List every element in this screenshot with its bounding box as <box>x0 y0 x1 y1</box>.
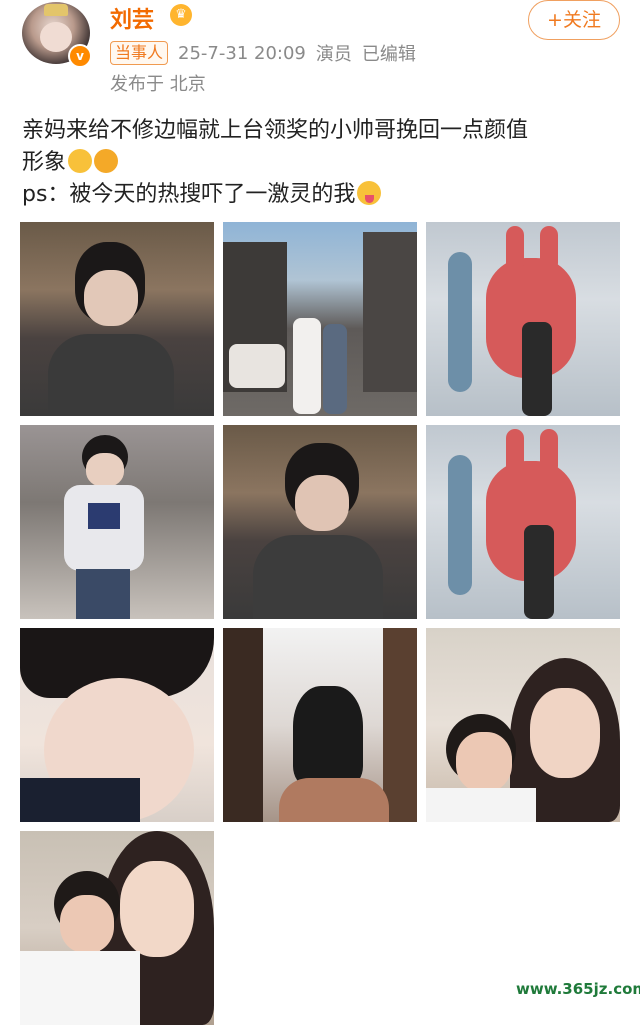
site-watermark: www.365jz.com <box>516 980 640 998</box>
post-timestamp: 25-7-31 20:09 <box>178 42 306 64</box>
post-header: v 刘芸 ♛ +关注 当事人 25-7-31 20:09 演员 已编辑 发布于 … <box>0 0 640 100</box>
rolling-laughing-emoji-icon <box>94 149 119 173</box>
tongue-face-emoji-icon <box>357 181 382 205</box>
sleepy-face-emoji-icon <box>68 149 93 173</box>
edited-label[interactable]: 已编辑 <box>362 40 416 66</box>
photo-5[interactable] <box>223 425 417 619</box>
post-text-line3: ps：被今天的热搜吓了一激灵的我 <box>22 182 356 207</box>
post-text-line1: 亲妈来给不修边幅就上台领奖的小帅哥挽回一点颜值 <box>22 118 529 143</box>
vip-crown-icon: ♛ <box>170 4 192 26</box>
photo-grid <box>20 222 620 1025</box>
photo-1[interactable] <box>20 222 214 416</box>
party-tag: 当事人 <box>110 41 169 65</box>
photo-7[interactable] <box>20 628 214 822</box>
post-meta: 当事人 25-7-31 20:09 演员 已编辑 <box>110 40 416 66</box>
post-location: 发布于 北京 <box>110 74 206 95</box>
photo-6[interactable] <box>426 425 620 619</box>
photo-4[interactable] <box>20 425 214 619</box>
avatar-face <box>40 22 72 52</box>
photo-2[interactable] <box>223 222 417 416</box>
user-role: 演员 <box>315 44 352 65</box>
photo-3[interactable] <box>426 222 620 416</box>
follow-button[interactable]: +关注 <box>528 0 620 40</box>
photo-8[interactable] <box>223 628 417 822</box>
photo-10[interactable] <box>20 831 214 1025</box>
username[interactable]: 刘芸 <box>110 2 154 34</box>
photo-9[interactable] <box>426 628 620 822</box>
avatar-crown-decoration <box>44 4 68 16</box>
post-body: 亲妈来给不修边幅就上台领奖的小帅哥挽回一点颜值 形象 ps：被今天的热搜吓了一激… <box>22 115 622 211</box>
verified-badge-icon: v <box>68 44 92 68</box>
post-text-line2: 形象 <box>22 150 67 175</box>
